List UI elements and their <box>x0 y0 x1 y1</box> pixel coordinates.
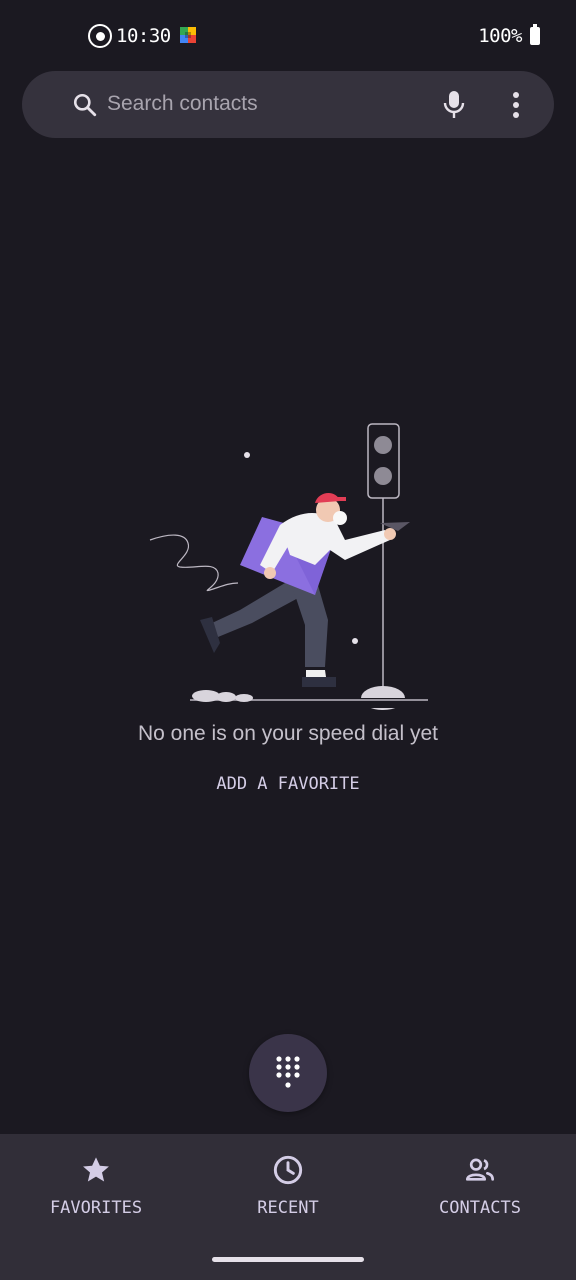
dialpad-icon <box>276 1056 300 1088</box>
status-time: 10:30 <box>116 25 171 47</box>
screen-record-icon <box>88 24 112 48</box>
nav-label-recent: RECENT <box>257 1198 319 1218</box>
status-right: 100% <box>478 22 540 50</box>
clock-icon <box>273 1155 303 1185</box>
nav-item-recent[interactable]: RECENT <box>192 1154 384 1218</box>
nav-label-favorites: FAVORITES <box>49 1198 143 1218</box>
nav-label-contacts: CONTACTS <box>439 1198 521 1218</box>
home-indicator[interactable] <box>212 1257 364 1262</box>
people-icon <box>466 1158 494 1181</box>
battery-icon <box>530 24 540 45</box>
status-left: 10:30 <box>88 22 197 50</box>
dialpad-button[interactable] <box>249 1034 327 1112</box>
mic-icon[interactable] <box>442 90 466 120</box>
more-options-icon[interactable] <box>512 91 520 119</box>
empty-state-message: No one is on your speed dial yet <box>137 722 439 745</box>
add-favorite-button[interactable]: ADD A FAVORITE <box>188 774 388 794</box>
nav-item-contacts[interactable]: CONTACTS <box>384 1154 576 1218</box>
star-icon <box>83 1157 109 1182</box>
search-bar[interactable]: Search contacts <box>22 71 554 138</box>
play-store-icon <box>179 27 196 43</box>
search-icon[interactable] <box>72 92 98 118</box>
nav-item-favorites[interactable]: FAVORITES <box>0 1154 192 1218</box>
search-input[interactable]: Search contacts <box>107 92 258 116</box>
battery-percent: 100% <box>478 25 522 47</box>
empty-state-illustration <box>149 423 428 710</box>
status-bar: 10:30 100% <box>0 0 576 72</box>
